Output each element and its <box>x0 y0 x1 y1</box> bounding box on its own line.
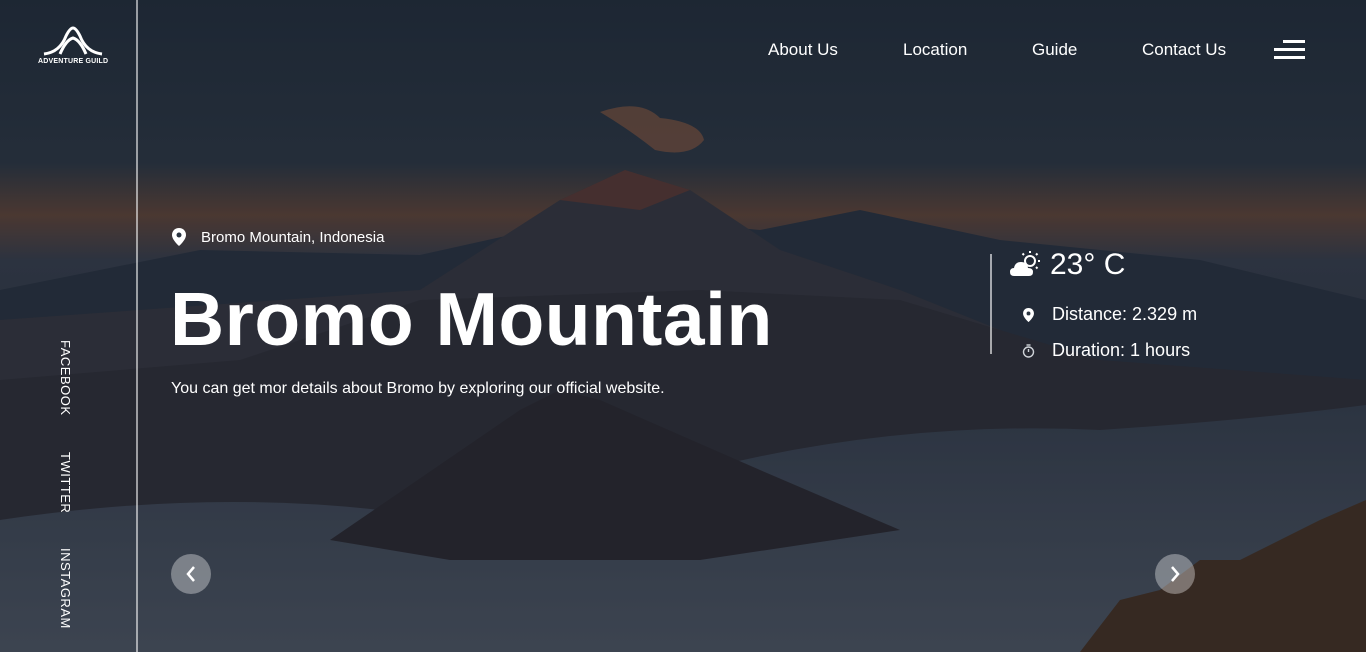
trip-info-panel: 23° C Distance: 2.329 m Duration: 1 hour… <box>990 248 1197 360</box>
social-link-instagram[interactable]: INSTAGRAM <box>58 548 73 629</box>
sidebar: ADVENTURE GUILD FACEBOOK TWITTER INSTAGR… <box>0 0 138 652</box>
duration-value: Duration: 1 hours <box>1052 340 1191 360</box>
distance-row: Distance: 2.329 m <box>1010 304 1197 325</box>
hero-location-text: Bromo Mountain, Indonesia <box>201 228 385 246</box>
map-pin-icon <box>1022 307 1034 322</box>
hero-title: Bromo Mountain <box>170 277 773 361</box>
nav-guide[interactable]: Guide <box>1032 40 1077 60</box>
brand-name: ADVENTURE GUILD <box>38 58 109 65</box>
duration-row: Duration: 1 hours <box>1010 340 1190 361</box>
social-link-facebook[interactable]: FACEBOOK <box>58 340 73 416</box>
hero-location: Bromo Mountain, Indonesia <box>172 228 384 246</box>
social-link-twitter[interactable]: TWITTER <box>58 452 73 513</box>
next-slide-button[interactable] <box>1155 554 1195 594</box>
hero-description: You can get mor details about Bromo by e… <box>171 380 665 397</box>
stopwatch-icon <box>1022 343 1034 358</box>
hamburger-icon[interactable] <box>1274 40 1305 60</box>
temperature-value: 23° C <box>1050 248 1126 281</box>
chevron-right-icon <box>1171 566 1180 582</box>
distance-value: Distance: 2.329 m <box>1052 304 1198 324</box>
prev-slide-button[interactable] <box>171 554 211 594</box>
logo-arch-icon <box>43 26 103 56</box>
brand-logo[interactable]: ADVENTURE GUILD <box>38 26 108 72</box>
nav-location[interactable]: Location <box>903 40 967 60</box>
nav-contact-us[interactable]: Contact Us <box>1142 40 1226 60</box>
map-pin-icon <box>172 228 186 246</box>
chevron-left-icon <box>186 566 195 582</box>
partly-cloudy-icon <box>1010 251 1040 276</box>
temperature-row: 23° C <box>1010 248 1125 282</box>
nav-about-us[interactable]: About Us <box>768 40 838 60</box>
